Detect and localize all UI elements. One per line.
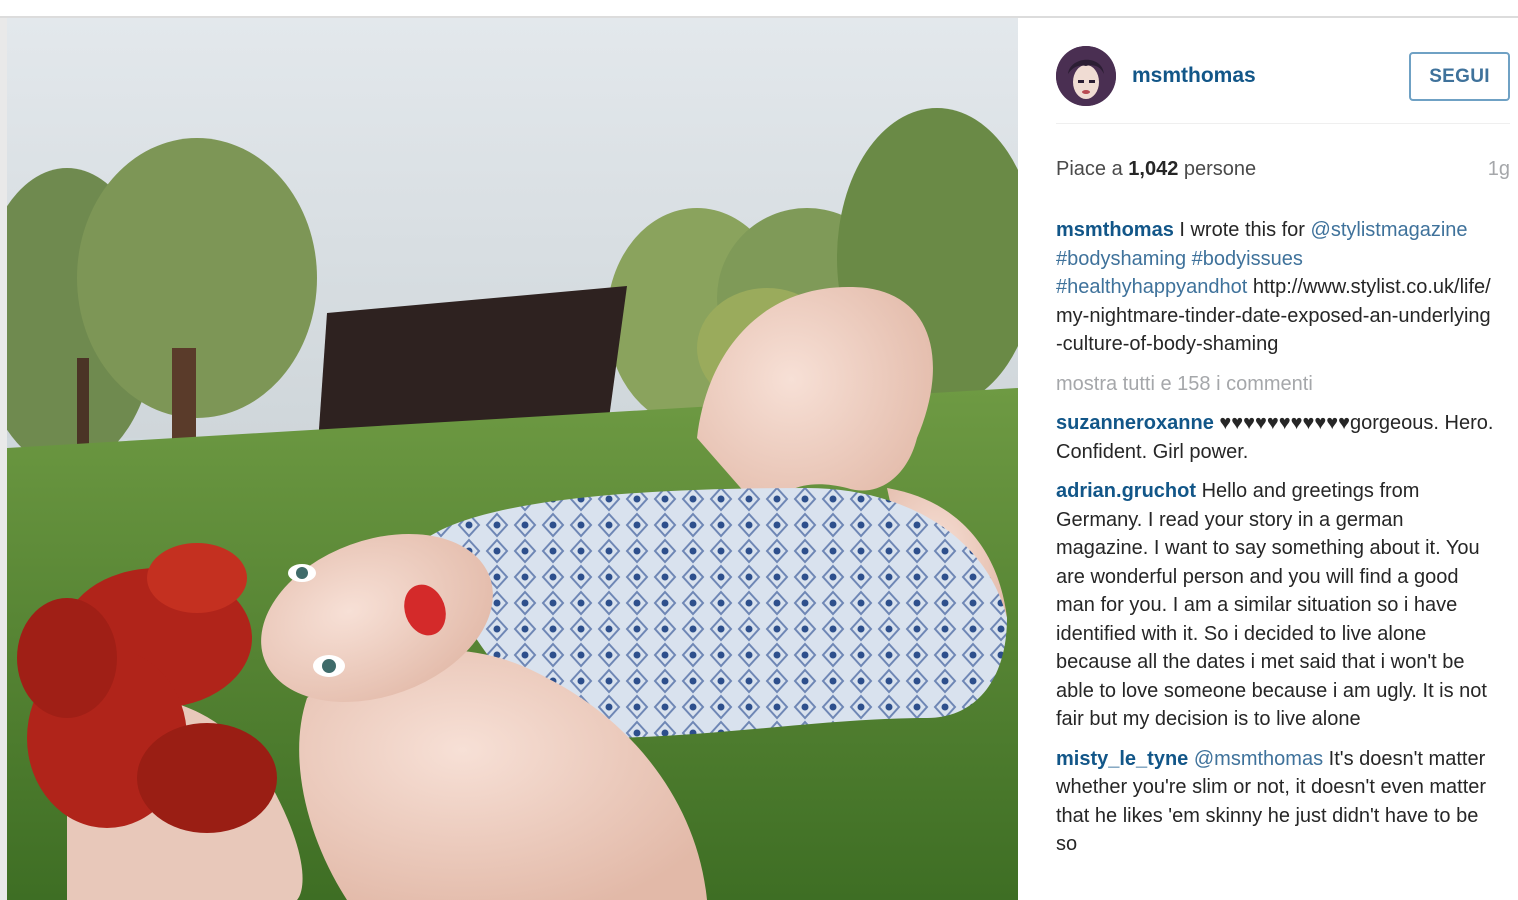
caption-username[interactable]: msmthomas bbox=[1056, 219, 1174, 241]
post-photo-image bbox=[7, 18, 1018, 900]
comment-item: suzanneroxanne ♥♥♥♥♥♥♥♥♥♥♥gorgeous. Hero… bbox=[1056, 409, 1496, 466]
post-header: msmthomas SEGUI bbox=[1056, 32, 1510, 124]
comments-list: msmthomas I wrote this for @stylistmagaz… bbox=[1056, 216, 1496, 870]
comment-username[interactable]: adrian.gruchot bbox=[1056, 480, 1196, 502]
post-photo[interactable] bbox=[7, 18, 1018, 900]
window-left-edge bbox=[0, 18, 7, 900]
comment-text: Hello and greetings from Germany. I read… bbox=[1056, 480, 1487, 730]
post-time[interactable]: 1g bbox=[1488, 158, 1510, 181]
likes-suffix: persone bbox=[1178, 158, 1257, 180]
author-avatar[interactable] bbox=[1056, 46, 1116, 106]
window-top-border bbox=[0, 0, 1518, 18]
comment-username[interactable]: misty_le_tyne bbox=[1056, 748, 1188, 770]
caption: msmthomas I wrote this for @stylistmagaz… bbox=[1056, 216, 1496, 359]
caption-mention[interactable]: @stylistmagazine bbox=[1311, 219, 1468, 241]
show-all-comments-link[interactable]: mostra tutti e 158 i commenti bbox=[1056, 370, 1496, 399]
avatar-icon bbox=[1056, 46, 1116, 106]
comment-item: adrian.gruchot Hello and greetings from … bbox=[1056, 477, 1496, 734]
comment-mention[interactable]: @msmthomas bbox=[1194, 748, 1323, 770]
comment-username[interactable]: suzanneroxanne bbox=[1056, 412, 1214, 434]
likes-prefix: Piace a bbox=[1056, 158, 1129, 180]
author-username[interactable]: msmthomas bbox=[1132, 64, 1256, 88]
likes-count[interactable]: Piace a 1,042 persone bbox=[1056, 158, 1256, 181]
likes-row: Piace a 1,042 persone 1g bbox=[1056, 158, 1510, 182]
follow-button[interactable]: SEGUI bbox=[1409, 52, 1510, 101]
comment-item: misty_le_tyne @msmthomas It's doesn't ma… bbox=[1056, 745, 1496, 859]
post-sidebar: msmthomas SEGUI Piace a 1,042 persone 1g… bbox=[1018, 18, 1518, 900]
likes-number: 1,042 bbox=[1128, 158, 1179, 180]
caption-text: I wrote this for bbox=[1173, 219, 1311, 241]
